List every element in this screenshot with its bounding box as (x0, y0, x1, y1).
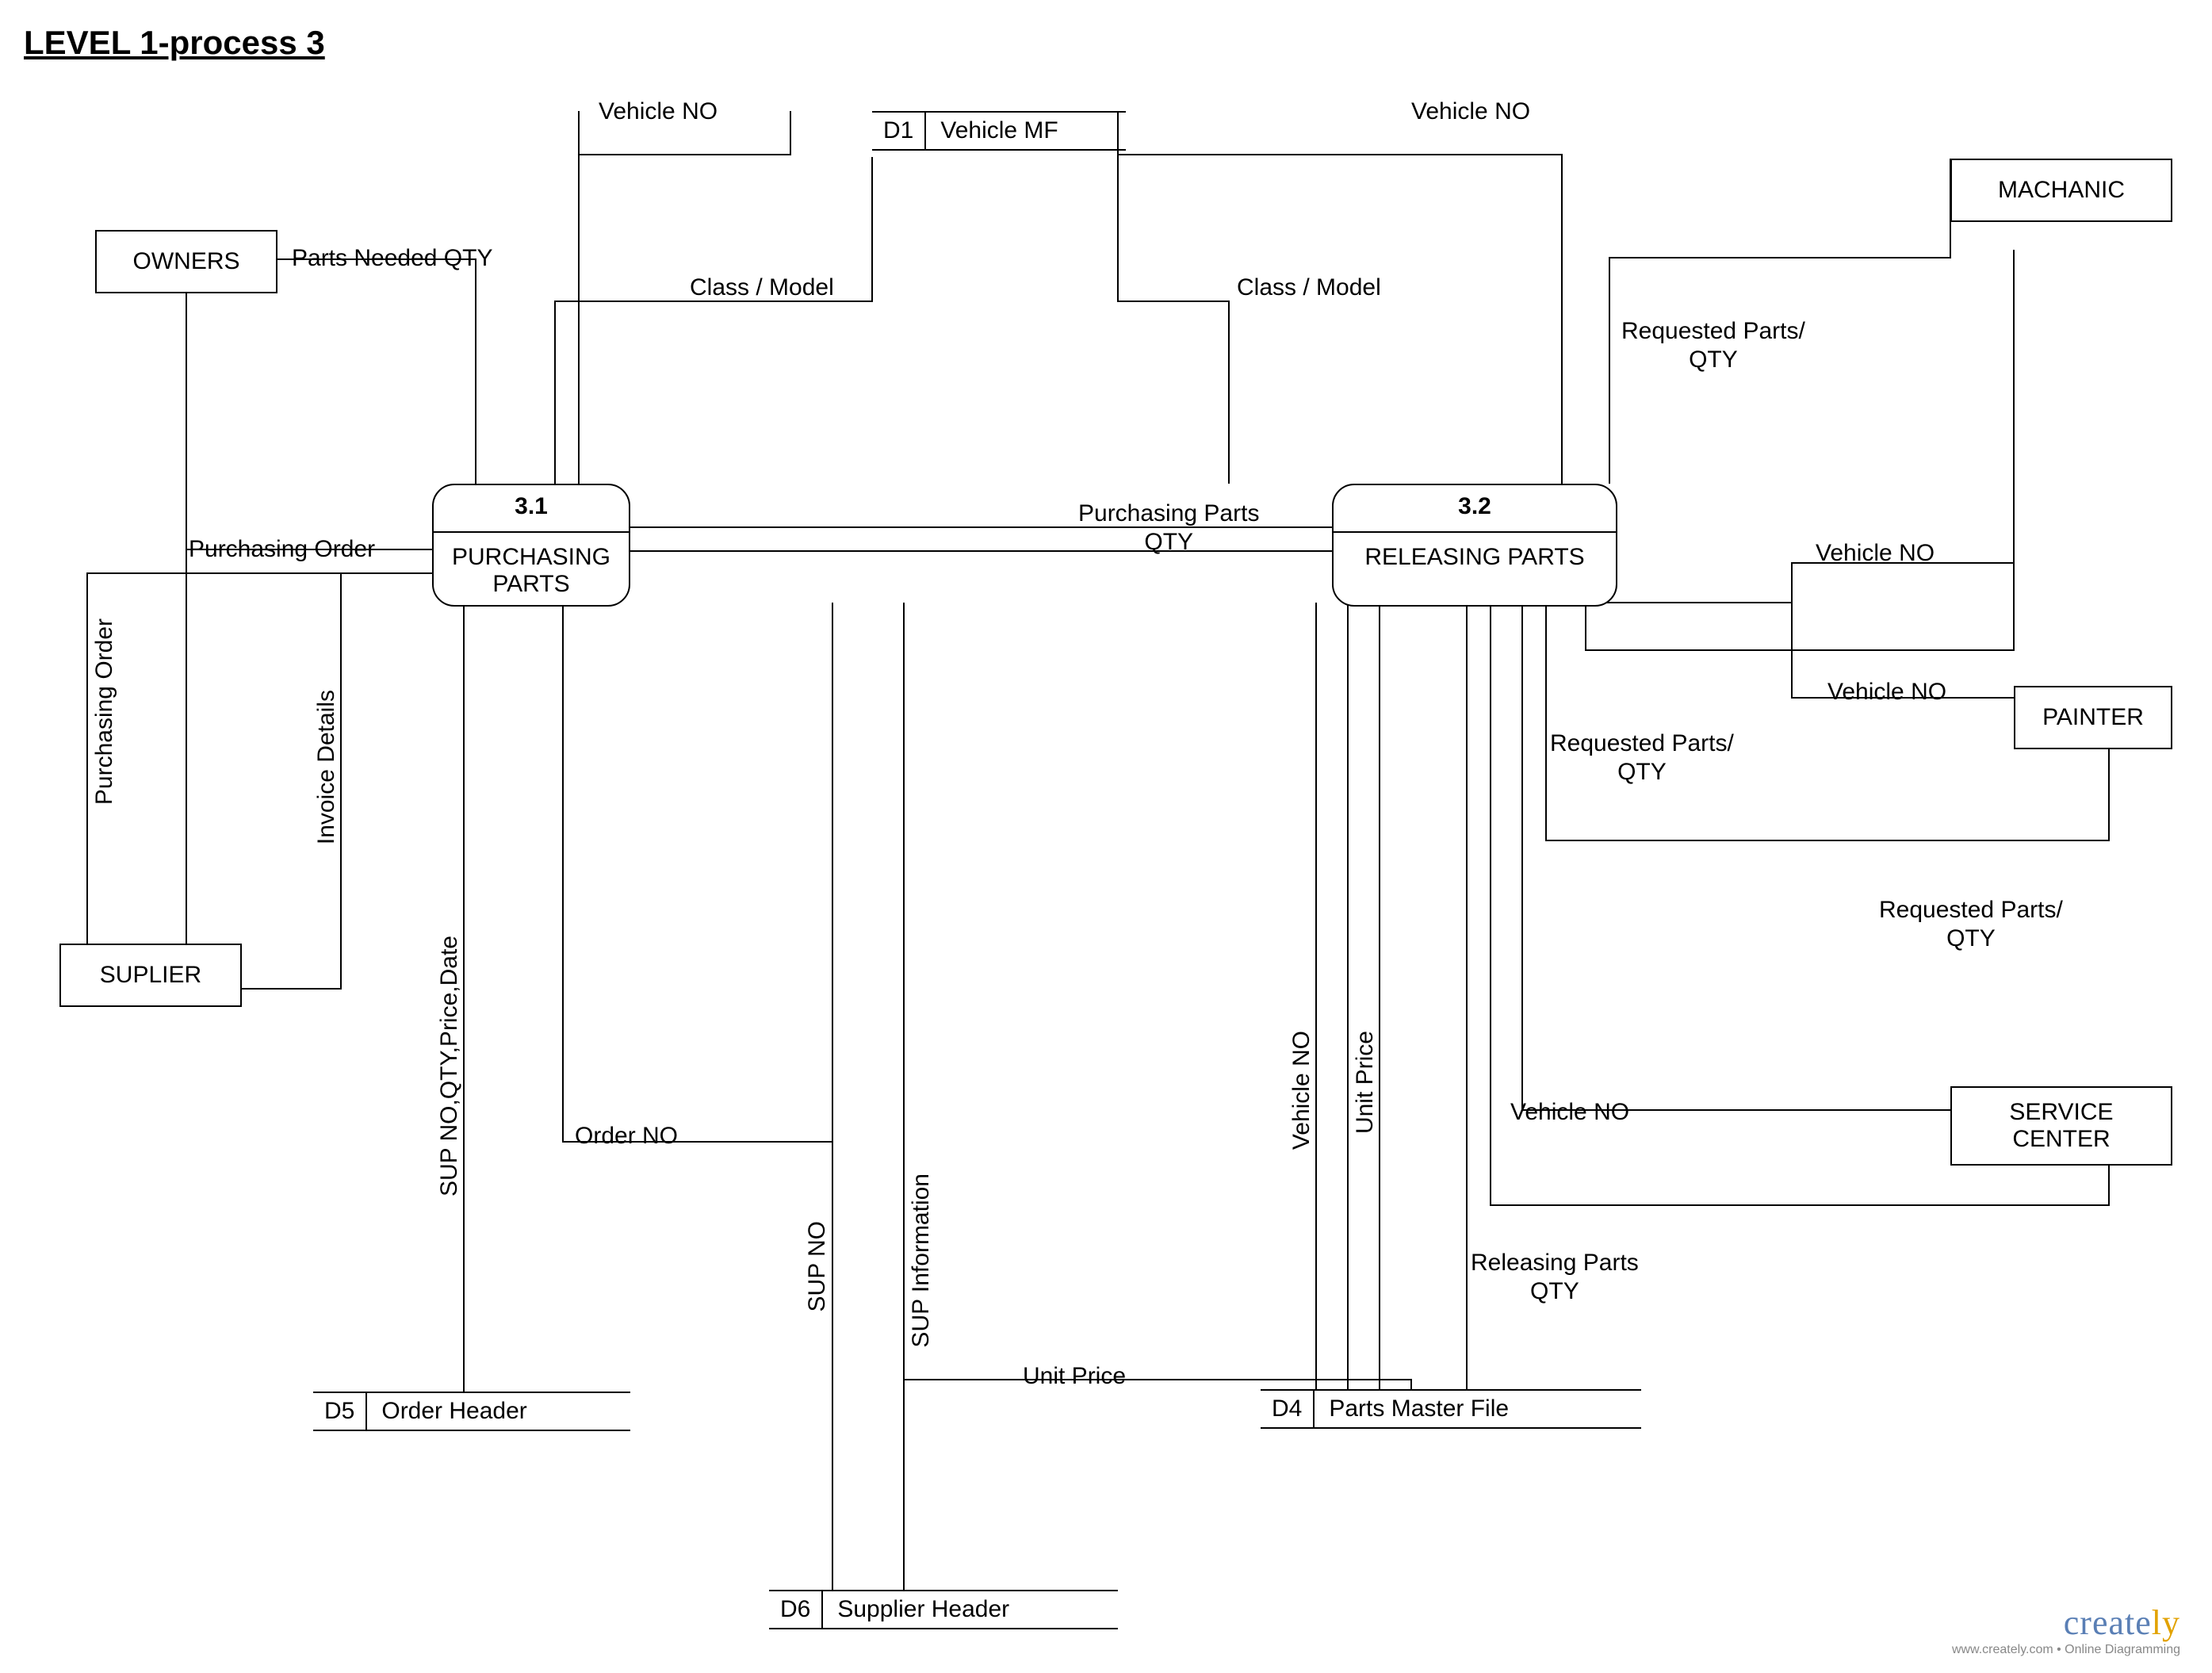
process-3-1: 3.1 PURCHASING PARTS (432, 484, 630, 607)
label-unit-price-v: Unit Price (1352, 1031, 1379, 1134)
label-purchasing-order-v: Purchasing Order (91, 618, 118, 805)
entity-painter: PAINTER (2014, 686, 2172, 749)
label-sup-information: SUP Information (908, 1173, 935, 1348)
label-vehicle-no-svc: Vehicle NO (1510, 1098, 1629, 1127)
label-parts-needed-qty: Parts Needed QTY (292, 244, 492, 273)
datastore-d1-name: Vehicle MF (926, 113, 1072, 149)
entity-owners: OWNERS (95, 230, 277, 293)
label-vehicle-no-left: Vehicle NO (599, 98, 718, 126)
label-vehicle-no-paint: Vehicle NO (1827, 678, 1946, 706)
entity-suplier: SUPLIER (59, 944, 242, 1007)
logo-text-1: create (2064, 1603, 2152, 1642)
label-vehicle-no-mach: Vehicle NO (1816, 539, 1935, 568)
label-requested-parts-qty-2: Requested Parts/ QTY (1550, 729, 1734, 787)
label-releasing-parts-qty: Releasing Parts QTY (1471, 1249, 1639, 1306)
label-purchasing-parts-qty: Purchasing Parts QTY (1078, 500, 1259, 557)
label-class-model-left: Class / Model (690, 274, 834, 302)
label-requested-parts-qty-3: Requested Parts/ QTY (1879, 896, 2063, 953)
process-3-1-name: PURCHASING PARTS (434, 533, 629, 606)
datastore-d5-id: D5 (313, 1393, 367, 1430)
creately-logo: creately www.creately.com • Online Diagr… (1952, 1602, 2180, 1657)
process-3-2-name: RELEASING PARTS (1334, 533, 1616, 579)
process-3-1-id: 3.1 (434, 485, 629, 531)
datastore-d4: D4 Parts Master File (1261, 1389, 1641, 1429)
datastore-d1: D1 Vehicle MF (872, 111, 1126, 151)
datastore-d5: D5 Order Header (313, 1392, 630, 1431)
datastore-d6-id: D6 (769, 1591, 823, 1628)
entity-machanic: MACHANIC (1950, 159, 2172, 222)
datastore-d4-id: D4 (1261, 1391, 1315, 1427)
label-invoice-details: Invoice Details (313, 690, 340, 844)
label-vehicle-no-right: Vehicle NO (1411, 98, 1530, 126)
logo-text-2: ly (2152, 1603, 2180, 1642)
process-3-2: 3.2 RELEASING PARTS (1332, 484, 1617, 607)
logo-tagline: www.creately.com • Online Diagramming (1952, 1643, 2180, 1657)
entity-service-center: SERVICE CENTER (1950, 1086, 2172, 1166)
label-sup-no-qty-price-date: SUP NO,QTY,Price,Date (436, 936, 463, 1196)
label-requested-parts-qty-1: Requested Parts/ QTY (1621, 317, 1805, 374)
datastore-d6: D6 Supplier Header (769, 1590, 1118, 1629)
label-unit-price-h: Unit Price (1023, 1362, 1126, 1391)
label-class-model-right: Class / Model (1237, 274, 1381, 302)
datastore-d4-name: Parts Master File (1315, 1391, 1523, 1427)
label-purchasing-order-h: Purchasing Order (189, 535, 375, 564)
datastore-d6-name: Supplier Header (823, 1591, 1024, 1628)
label-order-no: Order NO (575, 1122, 678, 1150)
label-sup-no: SUP NO (804, 1221, 831, 1311)
label-vehicle-no-v: Vehicle NO (1288, 1031, 1315, 1150)
datastore-d5-name: Order Header (367, 1393, 541, 1430)
datastore-d1-id: D1 (872, 113, 926, 149)
process-3-2-id: 3.2 (1334, 485, 1616, 531)
